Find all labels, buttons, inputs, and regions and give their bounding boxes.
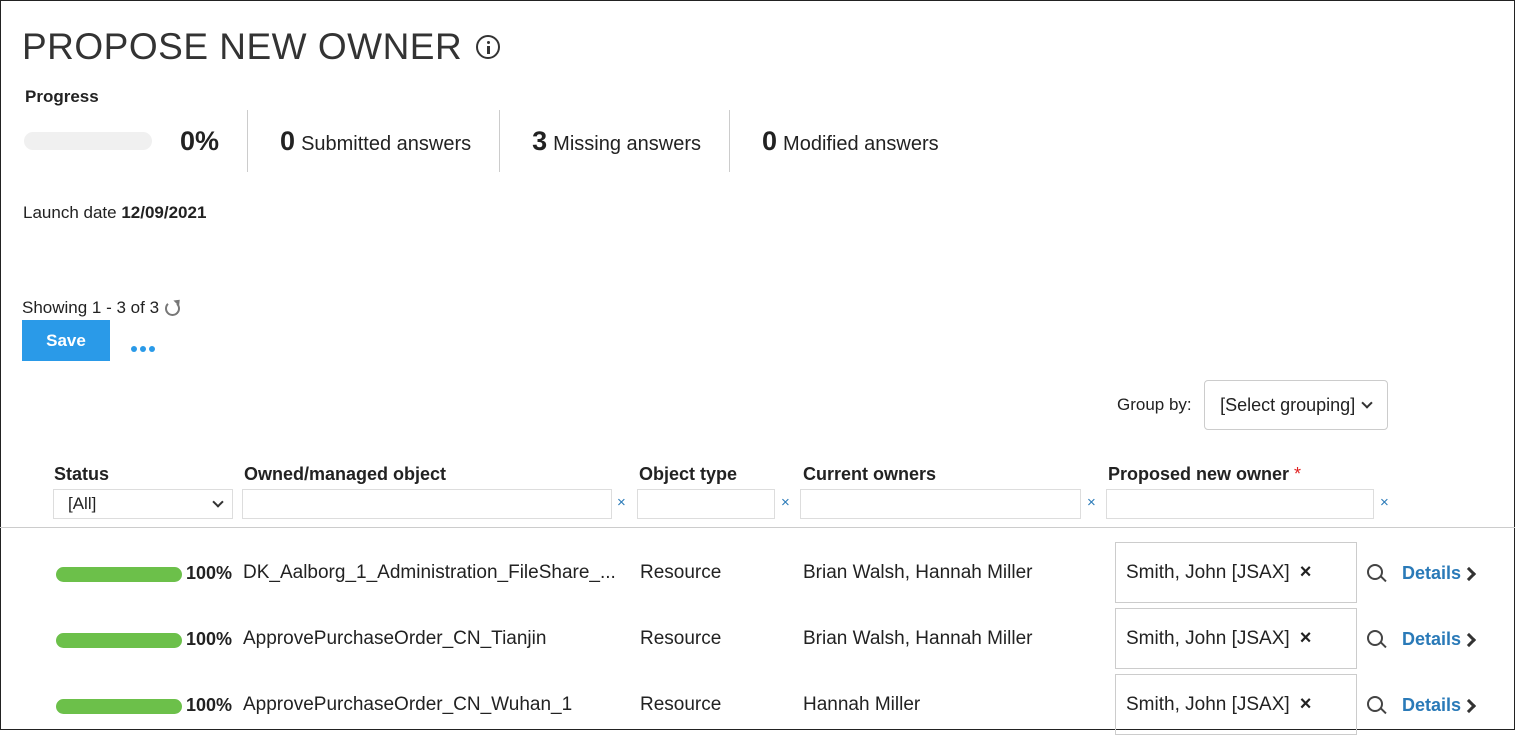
clear-proposed-filter-icon[interactable]: × bbox=[1380, 494, 1389, 511]
modified-answers-stat: 0 Modified answers bbox=[730, 126, 967, 157]
launch-date: Launch date 12/09/2021 bbox=[23, 203, 206, 223]
missing-count: 3 bbox=[532, 125, 548, 156]
proposed-header-label: Proposed new owner bbox=[1108, 464, 1290, 484]
column-header-object[interactable]: Owned/managed object bbox=[244, 464, 446, 485]
submitted-answers-stat: 0 Submitted answers bbox=[248, 126, 499, 157]
launch-date-label: Launch date bbox=[23, 203, 117, 222]
object-filter-input[interactable] bbox=[242, 489, 612, 519]
column-header-type[interactable]: Object type bbox=[639, 464, 737, 485]
search-icon[interactable] bbox=[1367, 696, 1383, 712]
chevron-right-icon bbox=[1461, 698, 1477, 713]
page-title: PROPOSE NEW OWNER bbox=[22, 26, 501, 68]
column-header-proposed[interactable]: Proposed new owner * bbox=[1108, 464, 1301, 485]
details-label: Details bbox=[1402, 695, 1462, 715]
row-current-owners: Brian Walsh, Hannah Miller bbox=[803, 562, 1033, 583]
row-proposed-owner-field[interactable]: Smith, John [JSAX] × bbox=[1115, 608, 1357, 669]
row-progress-percent: 100% bbox=[186, 629, 233, 649]
required-marker: * bbox=[1294, 464, 1302, 484]
group-by-value: [Select grouping] bbox=[1220, 394, 1356, 415]
showing-text: Showing 1 - 3 of 3 bbox=[22, 298, 160, 317]
table-row: 100% ApprovePurchaseOrder_CN_Tianjin Res… bbox=[0, 608, 1515, 674]
proposed-owner-value: Smith, John [JSAX] bbox=[1126, 693, 1290, 715]
row-progress-percent: 100% bbox=[186, 563, 233, 583]
details-link[interactable]: Details bbox=[1402, 629, 1477, 650]
refresh-icon[interactable] bbox=[165, 300, 181, 316]
modified-count: 0 bbox=[762, 125, 778, 156]
group-by-select[interactable]: [Select grouping] bbox=[1203, 380, 1388, 430]
chevron-down-icon bbox=[1361, 397, 1373, 409]
owners-filter-input[interactable] bbox=[800, 489, 1081, 519]
row-object-type: Resource bbox=[640, 562, 722, 583]
details-label: Details bbox=[1402, 629, 1462, 649]
details-link[interactable]: Details bbox=[1402, 563, 1477, 584]
overall-progress-bar bbox=[24, 132, 152, 150]
more-options-icon[interactable] bbox=[131, 346, 155, 352]
missing-answers-stat: 3 Missing answers bbox=[500, 126, 729, 157]
row-proposed-owner-field[interactable]: Smith, John [JSAX] × bbox=[1115, 542, 1357, 603]
row-proposed-owner-field[interactable]: Smith, John [JSAX] × bbox=[1115, 674, 1357, 735]
header-divider bbox=[0, 527, 1515, 528]
result-count: Showing 1 - 3 of 3 bbox=[22, 298, 181, 318]
progress-stats: 0% 0 Submitted answers 3 Missing answers… bbox=[24, 110, 967, 172]
chevron-right-icon bbox=[1461, 566, 1477, 581]
column-header-owners[interactable]: Current owners bbox=[803, 464, 936, 485]
column-header-status[interactable]: Status bbox=[54, 464, 109, 485]
row-progress-bar bbox=[56, 699, 182, 714]
remove-owner-icon[interactable]: × bbox=[1300, 561, 1312, 584]
chevron-down-icon bbox=[212, 496, 224, 508]
row-object-name: DK_Aalborg_1_Administration_FileShare_..… bbox=[243, 562, 616, 583]
save-button[interactable]: Save bbox=[22, 320, 110, 361]
table-row: 100% ApprovePurchaseOrder_CN_Wuhan_1 Res… bbox=[0, 674, 1515, 740]
row-current-owners: Hannah Miller bbox=[803, 694, 921, 715]
clear-type-filter-icon[interactable]: × bbox=[781, 494, 790, 511]
row-object-name: ApprovePurchaseOrder_CN_Wuhan_1 bbox=[243, 694, 573, 715]
group-by-label: Group by: bbox=[1117, 395, 1192, 414]
table-row: 100% DK_Aalborg_1_Administration_FileSha… bbox=[0, 542, 1515, 608]
chevron-right-icon bbox=[1461, 632, 1477, 647]
missing-label: Missing answers bbox=[553, 132, 701, 155]
details-link[interactable]: Details bbox=[1402, 695, 1477, 716]
details-label: Details bbox=[1402, 563, 1462, 583]
row-progress-bar bbox=[56, 567, 182, 582]
page-title-text: PROPOSE NEW OWNER bbox=[22, 26, 463, 67]
modified-label: Modified answers bbox=[783, 132, 939, 155]
row-object-name: ApprovePurchaseOrder_CN_Tianjin bbox=[243, 628, 547, 649]
row-progress-percent: 100% bbox=[186, 695, 233, 715]
row-object-type: Resource bbox=[640, 628, 722, 649]
clear-object-filter-icon[interactable]: × bbox=[617, 494, 626, 511]
search-icon[interactable] bbox=[1367, 564, 1383, 580]
proposed-owner-value: Smith, John [JSAX] bbox=[1126, 627, 1290, 649]
submitted-count: 0 bbox=[280, 125, 296, 156]
info-icon[interactable] bbox=[476, 35, 501, 59]
overall-progress-percent: 0% bbox=[180, 125, 220, 156]
submitted-label: Submitted answers bbox=[301, 132, 472, 155]
progress-label: Progress bbox=[25, 87, 99, 106]
remove-owner-icon[interactable]: × bbox=[1300, 693, 1312, 716]
row-current-owners: Brian Walsh, Hannah Miller bbox=[803, 628, 1033, 649]
type-filter-input[interactable] bbox=[637, 489, 775, 519]
proposed-filter-input[interactable] bbox=[1106, 489, 1374, 519]
row-object-type: Resource bbox=[640, 694, 722, 715]
clear-owners-filter-icon[interactable]: × bbox=[1087, 494, 1096, 511]
status-filter-value: [All] bbox=[68, 494, 97, 513]
group-by: Group by: [Select grouping] bbox=[1117, 380, 1388, 430]
search-icon[interactable] bbox=[1367, 630, 1383, 646]
status-filter-select[interactable]: [All] bbox=[53, 489, 233, 519]
row-progress-bar bbox=[56, 633, 182, 648]
remove-owner-icon[interactable]: × bbox=[1300, 627, 1312, 650]
proposed-owner-value: Smith, John [JSAX] bbox=[1126, 561, 1290, 583]
launch-date-value: 12/09/2021 bbox=[121, 203, 207, 222]
